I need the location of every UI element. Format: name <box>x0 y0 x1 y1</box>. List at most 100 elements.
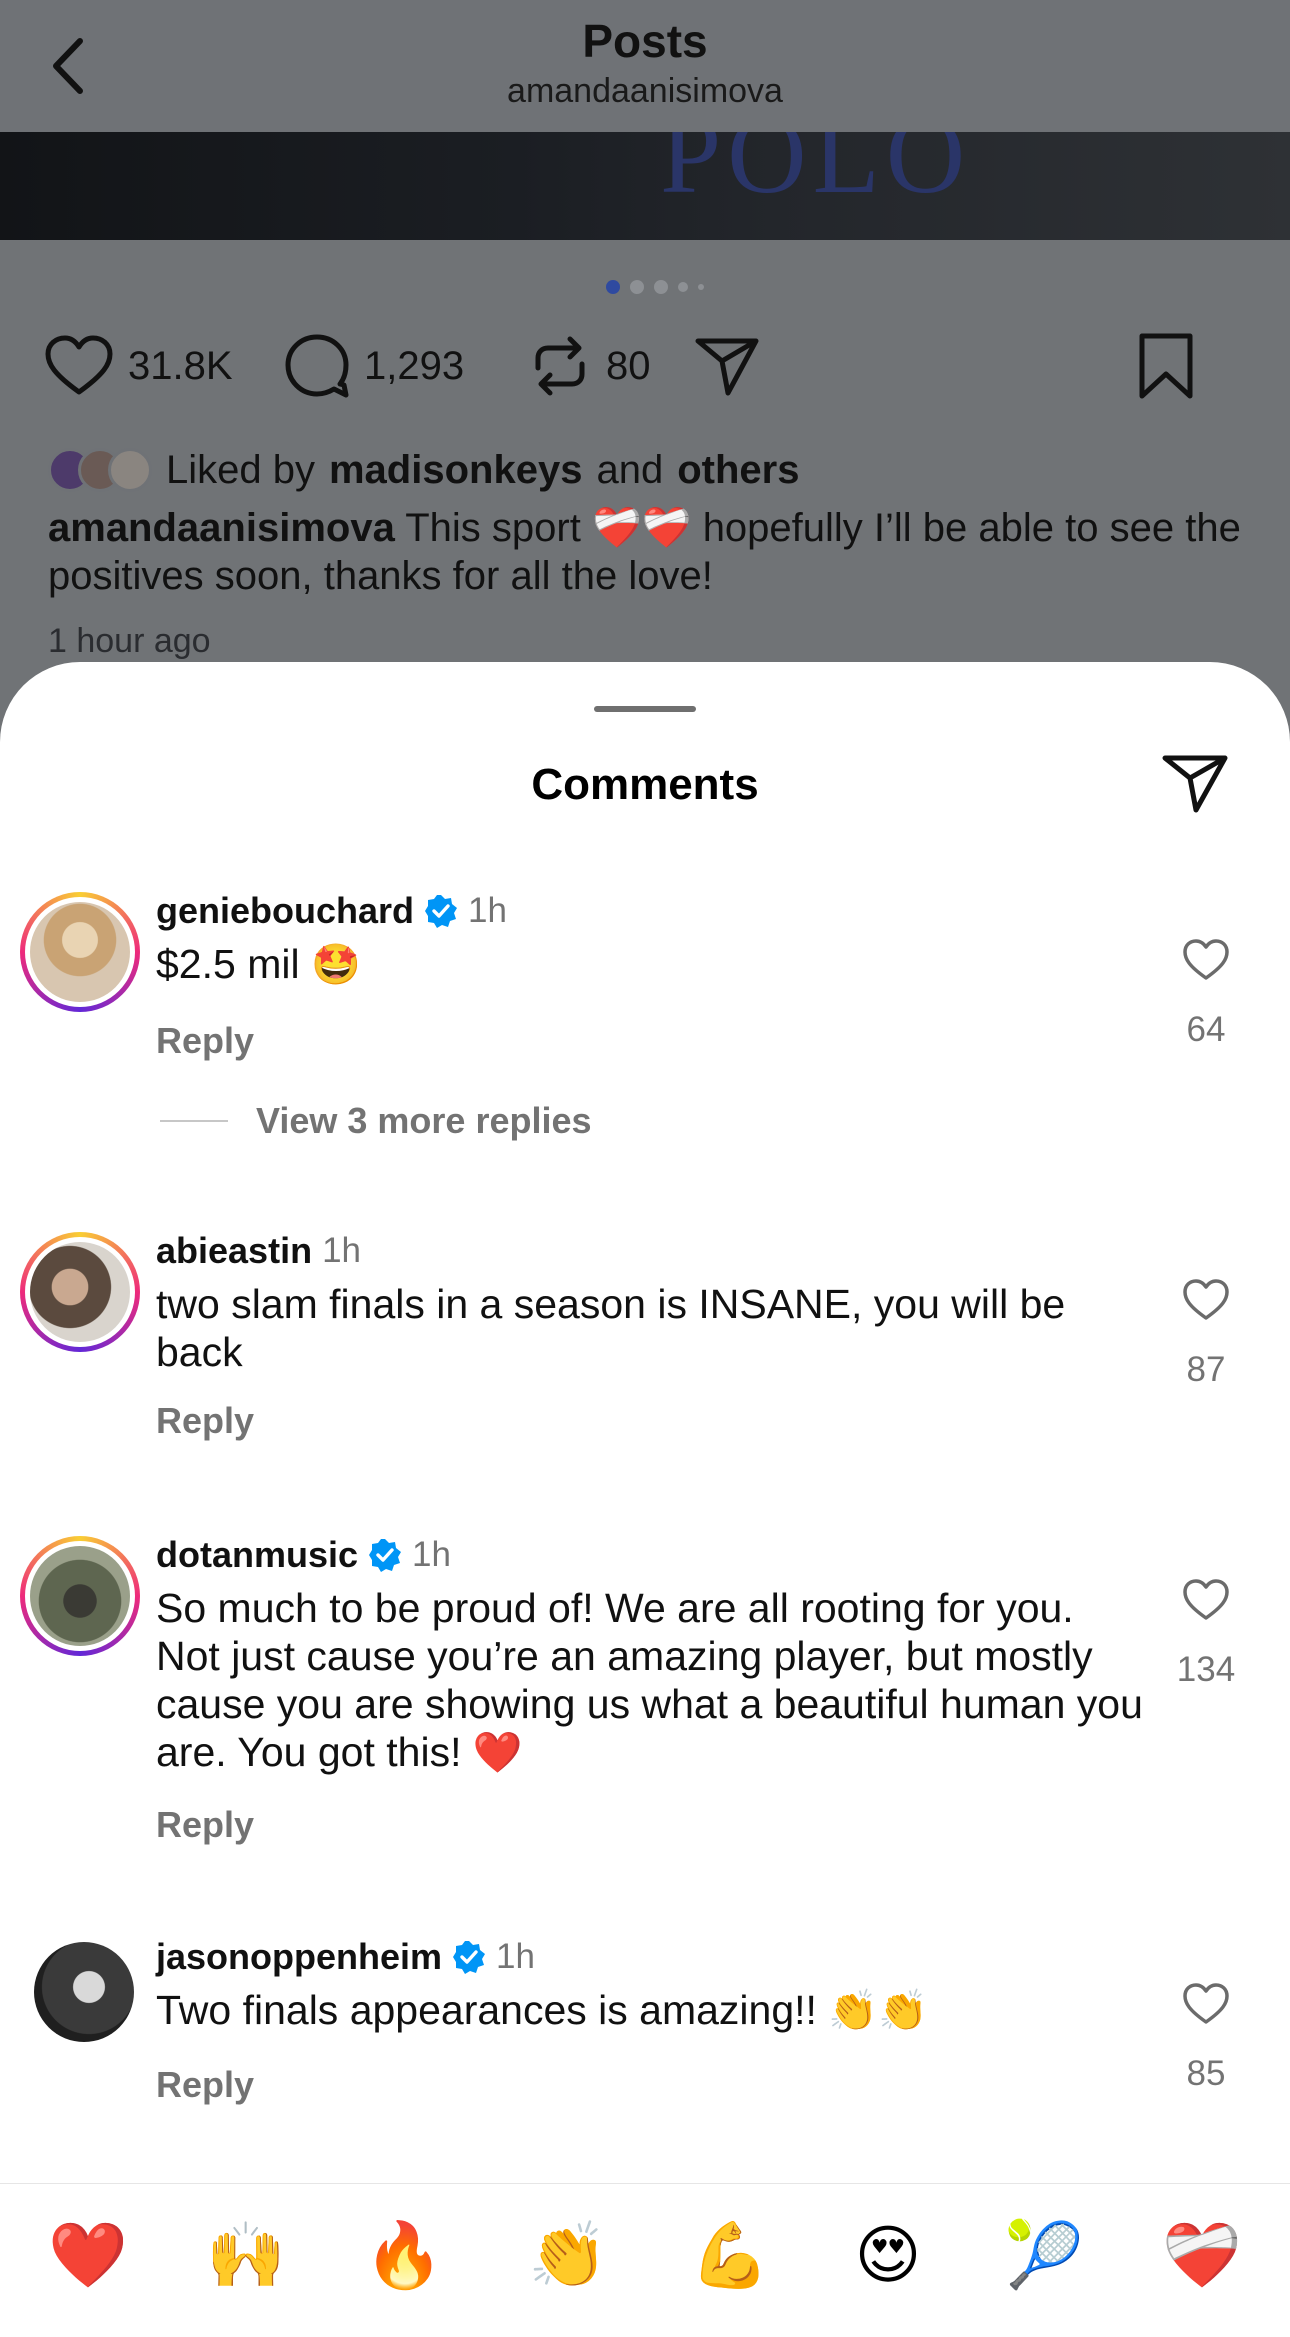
heart-icon <box>45 335 113 395</box>
divider <box>160 1120 228 1122</box>
comment-username[interactable]: dotanmusic <box>156 1534 358 1576</box>
liked-by-conj: and <box>596 447 664 492</box>
comment-action[interactable]: 1,293 <box>284 330 464 402</box>
comment-like-button[interactable] <box>1176 930 1236 990</box>
like-action[interactable]: 31.8K <box>44 330 233 402</box>
bookmark-icon <box>1139 333 1193 399</box>
comment-emoji: 👏👏 <box>828 1988 928 2034</box>
carousel-dot <box>654 280 668 294</box>
repost-action[interactable]: 80 <box>528 330 651 402</box>
carousel-dot <box>630 280 644 294</box>
comment-emoji: ❤️ <box>472 1730 523 1776</box>
liked-by-row[interactable]: Liked by madisonkeys and others <box>48 440 799 500</box>
caption-text: This sport <box>405 506 581 550</box>
comment-time: 1h <box>322 1231 361 1270</box>
comment-username[interactable]: geniebouchard <box>156 890 414 932</box>
reaction-clapping-hands[interactable]: 👏 <box>526 2214 610 2298</box>
share-button[interactable] <box>1158 746 1232 820</box>
photo-logo-text: POLO <box>660 132 972 216</box>
comment-username[interactable]: jasonoppenheim <box>156 1936 442 1978</box>
comment-like-count: 85 <box>1186 2054 1226 2093</box>
comment-like-count: 134 <box>1176 1650 1236 1689</box>
post-background: Posts amandaanisimova POLO 31.8K 1,293 8… <box>0 0 1290 760</box>
comment-like-count: 64 <box>1186 1010 1226 1049</box>
likes-count: 31.8K <box>128 343 233 388</box>
reaction-flexed-biceps[interactable]: 💪 <box>688 2214 772 2298</box>
post-timestamp: 1 hour ago <box>48 622 211 660</box>
post-photo[interactable]: POLO <box>0 132 1290 240</box>
carousel-indicator <box>606 280 704 294</box>
heart-icon <box>1183 1983 1229 2024</box>
reply-button[interactable]: Reply <box>156 1804 254 1846</box>
comment-like-button[interactable] <box>1176 1270 1236 1330</box>
carousel-dot <box>606 280 620 294</box>
reposts-count: 80 <box>606 343 651 388</box>
comment-body: Two finals appearances is amazing!! <box>156 1987 817 2033</box>
reaction-fire[interactable]: 🔥 <box>362 2214 446 2298</box>
sheet-title: Comments <box>531 760 759 809</box>
comment-username[interactable]: abieastin <box>156 1230 312 1272</box>
caption-username[interactable]: amandaanisimova <box>48 506 395 550</box>
reply-button[interactable]: Reply <box>156 1020 254 1062</box>
comment-like-count: 87 <box>1186 1350 1226 1389</box>
reaction-heart-eyes[interactable]: 😍 <box>846 2214 930 2298</box>
paper-plane-icon <box>1162 755 1228 813</box>
avatar[interactable] <box>20 892 140 1012</box>
reply-button[interactable]: Reply <box>156 2064 254 2106</box>
comment-time: 1h <box>468 891 507 930</box>
liked-by-prefix: Liked by <box>166 447 315 492</box>
share-action[interactable] <box>694 330 760 402</box>
quick-reactions-bar: ❤️ 🙌 🔥 👏 💪 😍 🎾 ❤️‍🩹 <box>0 2183 1290 2337</box>
liked-by-others[interactable]: others <box>677 448 799 493</box>
avatar[interactable] <box>20 1232 140 1352</box>
reaction-mending-heart[interactable]: ❤️‍🩹 <box>1160 2214 1244 2298</box>
caption-emoji: ❤️‍🩹❤️‍🩹 <box>591 505 692 551</box>
post-caption: amandaanisimova This sport ❤️‍🩹❤️‍🩹 hope… <box>48 504 1248 600</box>
verified-badge-icon <box>425 895 458 928</box>
comment-time: 1h <box>496 1937 535 1976</box>
comment-text: two slam finals in a season is INSANE, y… <box>156 1280 1136 1376</box>
carousel-dot <box>678 282 688 292</box>
top-nav-bar: Posts amandaanisimova <box>0 0 1290 132</box>
reply-button[interactable]: Reply <box>156 1400 254 1442</box>
comment-body: $2.5 mil <box>156 941 300 987</box>
verified-badge-icon <box>369 1539 402 1572</box>
comment-like-button[interactable] <box>1176 1570 1236 1630</box>
reaction-red-heart[interactable]: ❤️ <box>46 2214 130 2298</box>
heart-icon <box>1183 939 1229 980</box>
liker-avatars <box>48 448 152 492</box>
view-replies-label: View 3 more replies <box>256 1100 592 1141</box>
liked-by-user[interactable]: madisonkeys <box>329 448 582 493</box>
paper-plane-icon <box>695 338 759 396</box>
comment-time: 1h <box>412 1535 451 1574</box>
page-title: Posts <box>582 15 708 67</box>
carousel-dot <box>698 284 704 290</box>
view-more-replies[interactable]: View 3 more replies <box>160 1100 592 1142</box>
repost-icon <box>535 336 585 396</box>
avatar[interactable] <box>34 1942 134 2042</box>
heart-icon <box>1183 1279 1229 1320</box>
verified-badge-icon <box>453 1941 486 1974</box>
comment-header: dotanmusic 1h <box>156 1534 451 1576</box>
comment-bubble-icon <box>285 334 349 398</box>
reaction-tennis-ball[interactable]: 🎾 <box>1002 2214 1086 2298</box>
heart-icon <box>1183 1579 1229 1620</box>
post-owner-username[interactable]: amandaanisimova <box>0 72 1290 111</box>
comment-emoji: 🤩 <box>310 942 361 988</box>
comment-header: jasonoppenheim 1h <box>156 1936 535 1978</box>
comment-text: Two finals appearances is amazing!! 👏👏 <box>156 1986 1116 2035</box>
comment-body: So much to be proud of! We are all rooti… <box>156 1585 1143 1775</box>
comment-header: abieastin 1h <box>156 1230 361 1272</box>
comment-text: $2.5 mil 🤩 <box>156 940 1116 989</box>
avatar <box>108 448 152 492</box>
post-actions: 31.8K 1,293 80 <box>44 330 1244 402</box>
save-button[interactable] <box>1136 330 1196 407</box>
comment-body: two slam finals in a season is INSANE, y… <box>156 1281 1066 1375</box>
comments-count: 1,293 <box>364 343 465 388</box>
avatar[interactable] <box>20 1536 140 1656</box>
sheet-drag-handle[interactable] <box>594 706 696 712</box>
comment-header: geniebouchard 1h <box>156 890 507 932</box>
comment-text: So much to be proud of! We are all rooti… <box>156 1584 1146 1777</box>
reaction-raised-hands[interactable]: 🙌 <box>204 2214 288 2298</box>
comment-like-button[interactable] <box>1176 1974 1236 2034</box>
